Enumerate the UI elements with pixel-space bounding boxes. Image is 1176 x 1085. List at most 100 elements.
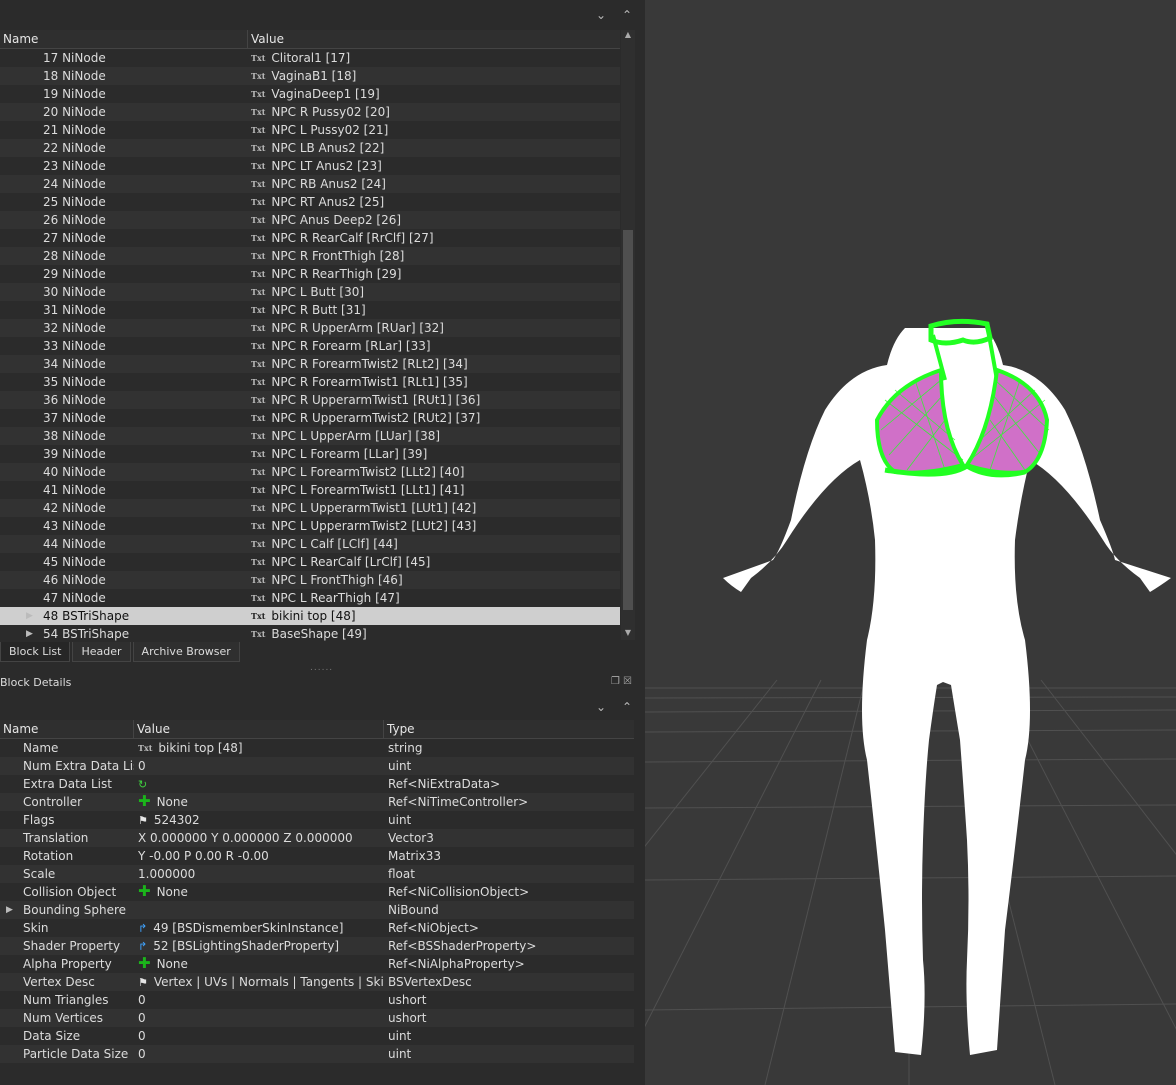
block-list-row[interactable]: 22 NiNode Txt NPC LB Anus2 [22] (0, 139, 620, 157)
flag-icon[interactable]: ⚑ (138, 974, 148, 991)
detail-value-cell[interactable]: Txt bikini top [48] (134, 739, 384, 757)
block-list-row[interactable]: ▶ 54 BSTriShape Txt BaseShape [49] (0, 625, 620, 641)
detail-row[interactable]: Controller ✚ None Ref<NiTimeController> (0, 793, 634, 811)
detail-value-cell[interactable]: 1.000000 (134, 865, 384, 883)
block-list-row[interactable]: 36 NiNode Txt NPC R UpperarmTwist1 [RUt1] … (0, 391, 620, 409)
column-name-header[interactable]: Name (0, 30, 248, 48)
render-viewport[interactable] (645, 0, 1176, 1085)
detail-row[interactable]: Translation X 0.000000 Y 0.000000 Z 0.000… (0, 829, 634, 847)
tab-archive-browser[interactable]: Archive Browser (132, 642, 240, 662)
detail-value-cell[interactable]: Y -0.00 P 0.00 R -0.00 (134, 847, 384, 865)
expand-arrow-icon[interactable]: ▶ (6, 901, 13, 919)
expand-all-icon[interactable]: ⌃ (621, 8, 633, 22)
block-list-row[interactable]: 45 NiNode Txt NPC L RearCalf [LrClf] [45] (0, 553, 620, 571)
block-list-row[interactable]: 31 NiNode Txt NPC R Butt [31] (0, 301, 620, 319)
detail-value-cell[interactable]: 0 (134, 1045, 384, 1063)
block-list-row[interactable]: 39 NiNode Txt NPC L Forearm [LLar] [39] (0, 445, 620, 463)
detail-value-cell[interactable]: ✚ None (134, 955, 384, 973)
block-list-row[interactable]: 17 NiNode Txt Clitoral1 [17] (0, 49, 620, 67)
collapse-all-icon[interactable]: ⌄ (595, 8, 607, 22)
scroll-down-icon[interactable]: ▼ (621, 628, 635, 640)
plus-icon[interactable]: ✚ (138, 956, 151, 971)
block-list-row[interactable]: 37 NiNode Txt NPC R UpperarmTwist2 [RUt2] … (0, 409, 620, 427)
detail-row[interactable]: Alpha Property ✚ None Ref<NiAlphaProperty> (0, 955, 634, 973)
tab-block-list[interactable]: Block List (0, 642, 71, 662)
block-list-row[interactable]: 42 NiNode Txt NPC L UpperarmTwist1 [LUt1] … (0, 499, 620, 517)
detail-row[interactable]: Scale 1.000000 float (0, 865, 634, 883)
block-list-row[interactable]: 34 NiNode Txt NPC R ForearmTwist2 [RLt2] [… (0, 355, 620, 373)
block-list-row[interactable]: 43 NiNode Txt NPC L UpperarmTwist2 [LUt2] … (0, 517, 620, 535)
txt-icon[interactable]: Txt (138, 739, 152, 757)
detail-row[interactable]: Num Triangles 0 ushort (0, 991, 634, 1009)
expand-arrow-icon[interactable]: ▶ (26, 607, 33, 625)
block-list-row[interactable]: 18 NiNode Txt VaginaB1 [18] (0, 67, 620, 85)
block-list-row[interactable]: 32 NiNode Txt NPC R UpperArm [RUar] [32] (0, 319, 620, 337)
block-list-row[interactable]: 41 NiNode Txt NPC L ForearmTwist1 [LLt1] [… (0, 481, 620, 499)
plus-icon[interactable]: ✚ (138, 794, 151, 809)
detail-row[interactable]: Num Vertices 0 ushort (0, 1009, 634, 1027)
tab-header[interactable]: Header (72, 642, 131, 662)
detail-value-cell[interactable]: ✚ None (134, 793, 384, 811)
detail-row[interactable]: Num Extra Data List 0 uint (0, 757, 634, 775)
detail-value-cell[interactable]: ⚑ Vertex | UVs | Normals | Tangents | Ski… (134, 973, 384, 991)
block-list-row[interactable]: 29 NiNode Txt NPC R RearThigh [29] (0, 265, 620, 283)
block-list-row[interactable]: 30 NiNode Txt NPC L Butt [30] (0, 283, 620, 301)
block-list-row[interactable]: 33 NiNode Txt NPC R Forearm [RLar] [33] (0, 337, 620, 355)
plus-icon[interactable]: ✚ (138, 884, 151, 899)
detail-row[interactable]: Name Txt bikini top [48] string (0, 739, 634, 757)
expand-arrow-icon[interactable]: ▶ (26, 625, 33, 641)
detail-value-cell[interactable]: 0 (134, 757, 384, 775)
block-list-row[interactable]: 47 NiNode Txt NPC L RearThigh [47] (0, 589, 620, 607)
block-list-row[interactable]: 20 NiNode Txt NPC R Pussy02 [20] (0, 103, 620, 121)
block-list-row[interactable]: 40 NiNode Txt NPC L ForearmTwist2 [LLt2] [… (0, 463, 620, 481)
detail-value-cell[interactable] (134, 901, 384, 919)
detail-row[interactable]: Shader Property ↱ 52 [BSLightingShaderProp… (0, 937, 634, 955)
detail-row[interactable]: Rotation Y -0.00 P 0.00 R -0.00 Matrix33 (0, 847, 634, 865)
detail-row[interactable]: Particle Data Size 0 uint (0, 1045, 634, 1063)
refresh-icon[interactable]: ↻ (138, 776, 147, 793)
detail-value-cell[interactable]: 0 (134, 991, 384, 1009)
details-column-value[interactable]: Value (134, 720, 384, 738)
block-list-row[interactable]: 25 NiNode Txt NPC RT Anus2 [25] (0, 193, 620, 211)
block-list-scrollbar[interactable]: ▲ ▼ (621, 30, 635, 640)
block-list-row[interactable]: 21 NiNode Txt NPC L Pussy02 [21] (0, 121, 620, 139)
detail-row[interactable]: Vertex Desc ⚑ Vertex | UVs | Normals | Tan… (0, 973, 634, 991)
detail-value-cell[interactable]: 0 (134, 1009, 384, 1027)
splitter-handle[interactable]: ...... (310, 663, 333, 673)
detail-row[interactable]: ▶ Bounding Sphere NiBound (0, 901, 634, 919)
detail-value-cell[interactable]: 0 (134, 1027, 384, 1045)
block-list-row[interactable]: 28 NiNode Txt NPC R FrontThigh [28] (0, 247, 620, 265)
detail-row[interactable]: Collision Object ✚ None Ref<NiCollisionObje… (0, 883, 634, 901)
block-list-row[interactable]: 44 NiNode Txt NPC L Calf [LClf] [44] (0, 535, 620, 553)
detail-value-cell[interactable]: X 0.000000 Y 0.000000 Z 0.000000 (134, 829, 384, 847)
details-expand-icon[interactable]: ⌃ (621, 700, 633, 714)
float-window-icon[interactable]: ❐ (611, 676, 620, 687)
block-list-row[interactable]: 19 NiNode Txt VaginaDeep1 [19] (0, 85, 620, 103)
link-icon[interactable]: ↱ (138, 938, 147, 955)
close-panel-icon[interactable]: ☒ (623, 676, 632, 687)
detail-value-cell[interactable]: ↻ (134, 775, 384, 793)
details-column-type[interactable]: Type (384, 720, 634, 738)
details-collapse-icon[interactable]: ⌄ (595, 700, 607, 714)
column-value-header[interactable]: Value (248, 30, 620, 48)
detail-value-cell[interactable]: ↱ 49 [BSDismemberSkinInstance] (134, 919, 384, 937)
detail-value-cell[interactable]: ↱ 52 [BSLightingShaderProperty] (134, 937, 384, 955)
block-list-row[interactable]: 38 NiNode Txt NPC L UpperArm [LUar] [38] (0, 427, 620, 445)
block-list-row[interactable]: ▶ 48 BSTriShape Txt bikini top [48] (0, 607, 620, 625)
block-list-row[interactable]: 24 NiNode Txt NPC RB Anus2 [24] (0, 175, 620, 193)
detail-row[interactable]: Data Size 0 uint (0, 1027, 634, 1045)
block-list-row[interactable]: 26 NiNode Txt NPC Anus Deep2 [26] (0, 211, 620, 229)
link-icon[interactable]: ↱ (138, 920, 147, 937)
detail-value-cell[interactable]: ✚ None (134, 883, 384, 901)
block-list-row[interactable]: 46 NiNode Txt NPC L FrontThigh [46] (0, 571, 620, 589)
details-column-name[interactable]: Name (0, 720, 134, 738)
detail-row[interactable]: Skin ↱ 49 [BSDismemberSkinInstance] Ref<NiO… (0, 919, 634, 937)
block-list-row[interactable]: 35 NiNode Txt NPC R ForearmTwist1 [RLt1] [… (0, 373, 620, 391)
flag-icon[interactable]: ⚑ (138, 812, 148, 829)
detail-value-cell[interactable]: ⚑ 524302 (134, 811, 384, 829)
block-list-row[interactable]: 23 NiNode Txt NPC LT Anus2 [23] (0, 157, 620, 175)
scroll-up-icon[interactable]: ▲ (621, 30, 635, 42)
detail-row[interactable]: Extra Data List ↻ Ref<NiExtraData> (0, 775, 634, 793)
detail-row[interactable]: Flags ⚑ 524302 uint (0, 811, 634, 829)
scrollbar-thumb[interactable] (623, 230, 633, 610)
